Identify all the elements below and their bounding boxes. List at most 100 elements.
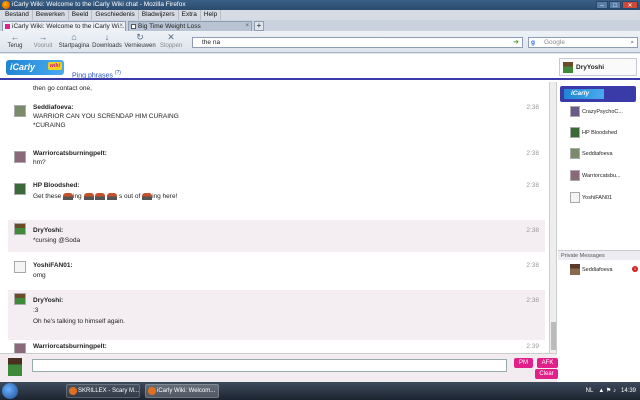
- new-tab-button[interactable]: +: [254, 21, 264, 31]
- message-time: 2:38: [526, 297, 539, 304]
- close-tab-icon[interactable]: ×: [119, 22, 123, 31]
- reload-button[interactable]: ↻ Vernieuwen: [124, 32, 156, 50]
- scrollbar-thumb[interactable]: [551, 322, 556, 350]
- tab-bar: iCarly Wiki: Welcome to the iCarly Wi...…: [0, 20, 640, 31]
- taskbar-item-label: iCarly Wiki: Welcom...: [157, 388, 216, 394]
- chat-log: then go contact one, Seddiafoeva: WARRIO…: [0, 82, 557, 353]
- forward-label: Vooruit: [33, 43, 53, 49]
- user-name: YoshiFAN01: [582, 195, 613, 201]
- downloads-label: Downloads: [92, 43, 122, 49]
- downloads-button[interactable]: ↓ Downloads: [92, 32, 122, 50]
- avatar: [570, 264, 580, 275]
- reload-label: Vernieuwen: [124, 43, 156, 49]
- back-button[interactable]: ← Terug: [4, 33, 26, 50]
- menu-edit[interactable]: Bewerken: [33, 10, 69, 20]
- stop-icon: ✕: [167, 32, 175, 42]
- taskbar-item-icarly[interactable]: iCarly Wiki: Welcom...: [145, 384, 219, 398]
- avatar: [14, 183, 26, 195]
- message-text: *cursing @Soda: [33, 237, 81, 244]
- user-list-item[interactable]: YoshiFAN01: [568, 190, 638, 206]
- chat-message: YoshiFAN01: omg 2:38: [8, 258, 545, 286]
- afk-button[interactable]: AFK: [537, 358, 558, 368]
- clear-button[interactable]: Clear: [535, 369, 558, 379]
- firefox-icon: [2, 1, 10, 9]
- user-list-item[interactable]: Warriorcatsbu...: [568, 168, 638, 184]
- message-text-part: ing: [73, 193, 82, 201]
- current-user[interactable]: DryYoshi: [559, 58, 637, 76]
- firefox-icon: [69, 387, 77, 395]
- navigation-toolbar: ← Terug → Vooruit ⌂ Startpagina ↓ Downlo…: [0, 31, 640, 53]
- user-sidebar: ▼ iCarly CrazyPsychoC... HP Bloodshed Se…: [558, 82, 640, 382]
- home-button[interactable]: ⌂ Startpagina: [58, 32, 90, 50]
- user-list-item[interactable]: CrazyPsychoC...: [568, 104, 638, 120]
- go-arrow-icon[interactable]: ➜: [513, 38, 519, 47]
- taskbar-item-skrillex[interactable]: SKRILLEX - Scary M...: [66, 384, 140, 398]
- minimize-button[interactable]: –: [596, 1, 608, 9]
- message-time: 2:39: [526, 343, 539, 350]
- avatar: [14, 343, 26, 353]
- message-text-part: ing here!: [152, 193, 178, 201]
- menu-file[interactable]: Bestand: [2, 10, 33, 20]
- wiki-favicon-icon: [131, 24, 136, 29]
- menu-help[interactable]: Help: [201, 10, 222, 20]
- emoticon-icon: [107, 193, 118, 200]
- tab-weight-loss[interactable]: Big Time Weight Loss ×: [128, 21, 252, 31]
- message-text: hm?: [33, 159, 46, 166]
- search-box[interactable]: g Google ⌕: [528, 37, 638, 48]
- clock[interactable]: 14:39: [621, 382, 636, 400]
- home-label: Startpagina: [58, 43, 90, 49]
- forward-button[interactable]: → Vooruit: [30, 33, 56, 50]
- menu-history[interactable]: Geschiedenis: [92, 10, 139, 20]
- stop-label: Stoppen: [159, 43, 183, 49]
- chat-message: Warriorcatsburningpelt: hm? 2:38: [8, 148, 545, 174]
- close-tab-icon[interactable]: ×: [245, 22, 249, 31]
- url-text: the na: [202, 39, 221, 46]
- taskbar: SKRILLEX - Scary M... iCarly Wiki: Welco…: [0, 382, 640, 400]
- private-message-item[interactable]: Seddiafoeva 1: [568, 262, 638, 278]
- private-messages-header: Private Messages: [558, 250, 640, 260]
- taskbar-item-label: SKRILLEX - Scary M...: [78, 388, 140, 394]
- chat-message: Seddiafoeva: WARRIOR CAN YOU SCRENDAP HI…: [8, 102, 545, 138]
- menu-view[interactable]: Beeld: [69, 10, 93, 20]
- stop-button[interactable]: ✕ Stoppen: [158, 32, 184, 50]
- back-label: Terug: [7, 43, 23, 49]
- home-icon: ⌂: [71, 32, 77, 42]
- reload-icon: ↻: [136, 32, 144, 42]
- emoticon-icon: [63, 193, 73, 200]
- tray-icons[interactable]: ▲ ⚑ ♪: [598, 382, 616, 400]
- message-author: DryYoshi:: [33, 227, 64, 234]
- ping-help[interactable]: (?): [115, 70, 121, 76]
- pm-button[interactable]: PM: [514, 358, 533, 368]
- download-icon: ↓: [104, 32, 110, 42]
- unread-badge: 1: [632, 266, 638, 272]
- chat-message: Warriorcatsburningpelt: 2:39: [8, 340, 545, 353]
- chat-scrollbar[interactable]: [549, 82, 556, 353]
- page: iCarly wiki Ping phrases (?) DryYoshi the…: [0, 54, 640, 382]
- maximize-button[interactable]: □: [609, 1, 621, 9]
- avatar: [14, 151, 26, 163]
- start-button[interactable]: [2, 383, 18, 399]
- avatar: [14, 223, 26, 235]
- message-input[interactable]: [32, 359, 507, 372]
- search-placeholder: Google: [544, 39, 565, 46]
- menu-tools[interactable]: Extra: [179, 10, 201, 20]
- menu-bookmarks[interactable]: Bladwijzers: [139, 10, 179, 20]
- user-list-item[interactable]: Seddiafoeva: [568, 146, 638, 162]
- url-bar[interactable]: the na ➜: [192, 37, 523, 48]
- tab-icarly-chat[interactable]: iCarly Wiki: Welcome to the iCarly Wi...…: [2, 21, 126, 31]
- language-indicator[interactable]: NL: [586, 382, 594, 400]
- icarly-wiki-logo[interactable]: iCarly wiki: [6, 60, 64, 75]
- message-text-part: Get these: [33, 193, 62, 201]
- firefox-icon: [148, 387, 156, 395]
- ping-phrases-link[interactable]: Ping phrases (?): [72, 70, 121, 79]
- chat-message: DryYoshi: *cursing @Soda 2:38: [8, 220, 545, 252]
- window-titlebar: iCarly Wiki: Welcome to the iCarly Wiki …: [0, 0, 640, 10]
- search-icon[interactable]: ⌕: [630, 38, 634, 47]
- room-header[interactable]: ▼ iCarly: [560, 86, 636, 102]
- close-button[interactable]: ✕: [622, 1, 638, 9]
- chat-header: iCarly wiki Ping phrases (?) DryYoshi: [0, 54, 640, 80]
- message-author: Warriorcatsburningpelt:: [33, 150, 107, 157]
- user-list-item[interactable]: HP Bloodshed: [568, 125, 638, 141]
- avatar: [570, 170, 580, 181]
- user-name: Warriorcatsbu...: [582, 173, 621, 179]
